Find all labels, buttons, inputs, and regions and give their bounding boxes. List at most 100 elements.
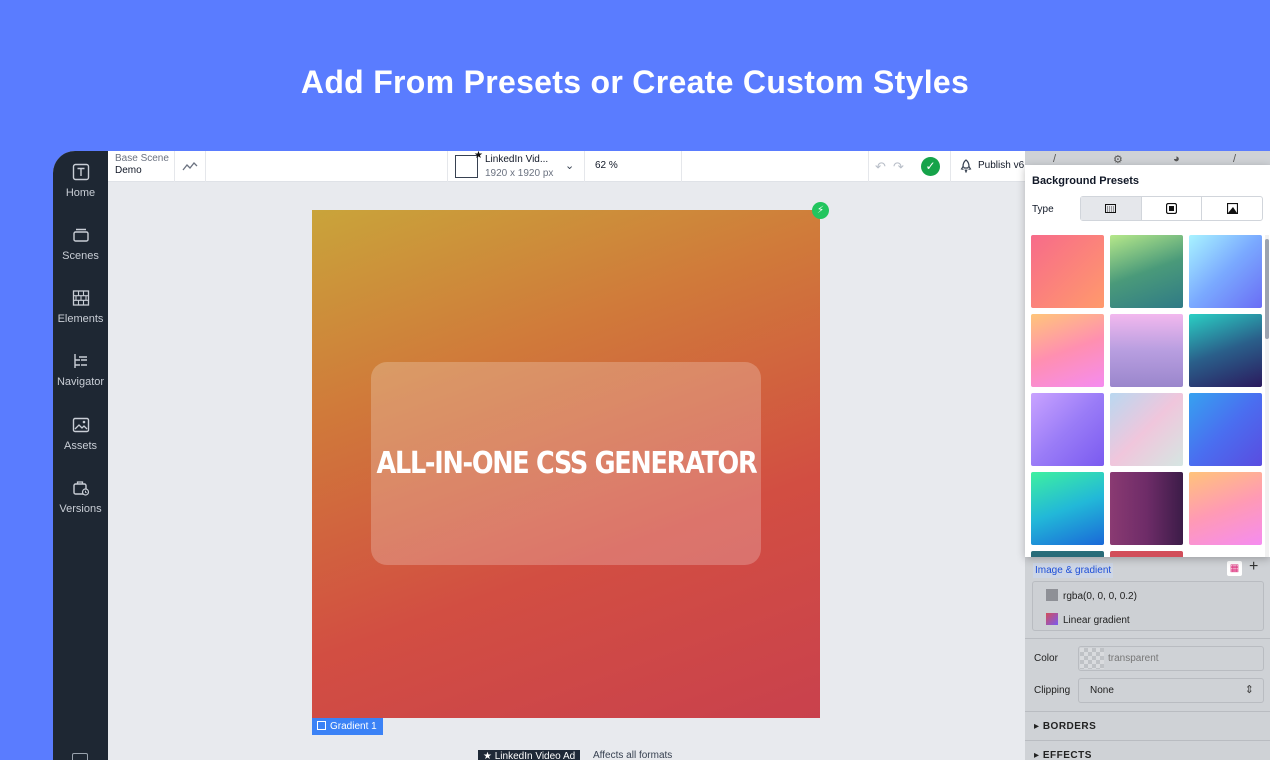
solid-square-icon	[1166, 203, 1177, 214]
image-icon	[72, 416, 90, 434]
rocket-icon	[960, 159, 972, 173]
sidebar-item-label: Navigator	[56, 376, 105, 388]
redo-icon[interactable]: ↷	[893, 159, 904, 175]
scrollbar-thumb[interactable]	[1265, 239, 1269, 339]
color-value: transparent	[1108, 653, 1159, 664]
tree-icon	[72, 352, 90, 370]
color-field[interactable]: transparent	[1078, 646, 1264, 671]
borders-label: BORDERS	[1042, 721, 1097, 732]
type-gradient-button[interactable]	[1081, 197, 1142, 220]
clipping-value: None	[1090, 685, 1114, 696]
layer-swatch	[1046, 589, 1058, 601]
format-tag-label: LinkedIn Video Ad	[494, 751, 576, 760]
preset-swatch[interactable]	[1189, 472, 1262, 545]
canvas-headline[interactable]: ALL-IN-ONE CSS GENERATOR	[376, 446, 757, 481]
preset-swatch[interactable]	[1110, 314, 1183, 387]
layer-label: Linear gradient	[1063, 615, 1130, 626]
sidebar-item-elements[interactable]: Elements	[53, 289, 108, 325]
select-arrows-icon: ⇕	[1244, 684, 1254, 696]
type-label: Type	[1032, 204, 1054, 215]
sidebar-item-scenes[interactable]: Scenes	[53, 226, 108, 262]
sidebar-item-label: Elements	[57, 313, 104, 325]
saved-check-icon: ✓	[921, 157, 940, 176]
format-size: 1920 x 1920 px	[485, 168, 554, 179]
background-layers-list: rgba(0, 0, 0, 0.2) Linear gradient	[1032, 581, 1264, 631]
sidebar-item-label: Assets	[63, 440, 97, 452]
preset-swatch[interactable]	[1031, 472, 1104, 545]
sidebar-item-label: Scenes	[62, 250, 99, 262]
format-selector[interactable]: ★ LinkedIn Vid... 1920 x 1920 px ⌄	[447, 151, 585, 182]
bolt-icon[interactable]: ⚡	[812, 202, 829, 219]
divider	[1025, 638, 1270, 639]
type-image-button[interactable]	[1202, 197, 1262, 220]
left-sidebar: Home Scenes Elements Navigator Assets Ve…	[53, 151, 108, 760]
undo-icon[interactable]: ↶	[875, 159, 886, 175]
layers-icon	[72, 226, 90, 244]
background-presets-popup: Background Presets Type	[1025, 165, 1270, 557]
image-icon	[1226, 203, 1238, 214]
zoom-level[interactable]: 62 %	[585, 151, 682, 182]
sidebar-item-versions[interactable]: Versions	[53, 479, 108, 515]
effects-section[interactable]: ▸ EFFECTS	[1034, 750, 1092, 760]
presets-title: Background Presets	[1032, 175, 1139, 187]
preset-swatch-grid	[1031, 235, 1263, 557]
preset-swatch[interactable]	[1189, 235, 1262, 308]
scene-selector[interactable]: Base Scene Demo	[108, 151, 175, 182]
preset-swatch[interactable]	[1031, 551, 1104, 557]
layer-label: rgba(0, 0, 0, 0.2)	[1063, 591, 1137, 602]
type-toggle-group	[1080, 196, 1263, 221]
layer-row[interactable]: Linear gradient	[1046, 613, 1130, 626]
versions-icon	[72, 479, 90, 497]
history-controls: ↶ ↷ ✓	[868, 151, 950, 182]
sidebar-item-home[interactable]: Home	[53, 163, 108, 199]
format-tag[interactable]: ★ LinkedIn Video Ad	[478, 750, 581, 760]
effects-label: EFFECTS	[1042, 750, 1092, 760]
gear-icon[interactable]: ⚙	[1113, 153, 1127, 166]
add-layer-button[interactable]: +	[1249, 558, 1258, 576]
clipping-select[interactable]: None ⇕	[1078, 678, 1264, 703]
borders-section[interactable]: ▸ BORDERS	[1034, 721, 1096, 732]
publish-button[interactable]: Publish v6	[950, 151, 1025, 182]
type-solid-button[interactable]	[1142, 197, 1203, 220]
glass-card[interactable]: ALL-IN-ONE CSS GENERATOR	[371, 362, 761, 565]
image-gradient-title: Image & gradient	[1033, 563, 1114, 578]
grid-icon	[72, 289, 90, 307]
panel-tabs: / ⚙ ◕ /	[1025, 151, 1270, 166]
sidebar-item-navigator[interactable]: Navigator	[53, 352, 108, 388]
layer-tag-label: Gradient 1	[330, 721, 377, 732]
preset-swatch[interactable]	[1110, 551, 1183, 557]
square-icon	[317, 721, 326, 730]
divider	[1025, 740, 1270, 741]
chevron-down-icon: ⌄	[565, 160, 575, 172]
animation-button[interactable]	[175, 151, 206, 182]
divider	[1025, 711, 1270, 712]
scene-name: Demo	[115, 165, 142, 176]
editor-window: Home Scenes Elements Navigator Assets Ve…	[53, 151, 1270, 760]
layer-row[interactable]: rgba(0, 0, 0, 0.2)	[1046, 589, 1137, 602]
preset-swatch[interactable]	[1189, 314, 1262, 387]
wand-icon[interactable]: /	[1233, 153, 1247, 165]
format-name: LinkedIn Vid...	[485, 154, 549, 165]
scene-label: Base Scene	[115, 153, 169, 164]
preset-swatch[interactable]	[1110, 393, 1183, 466]
preset-swatch[interactable]	[1031, 393, 1104, 466]
palette-icon[interactable]: ◕	[1173, 153, 1187, 165]
text-box-icon	[72, 163, 90, 181]
publish-label: Publish v6	[978, 160, 1025, 171]
top-toolbar: Base Scene Demo ★ LinkedIn Vid... 1920 x…	[108, 151, 1025, 182]
collapse-icon[interactable]	[72, 753, 88, 760]
sidebar-item-label: Versions	[59, 503, 102, 515]
preset-swatch[interactable]	[1110, 235, 1183, 308]
selected-layer-tag[interactable]: Gradient 1	[312, 718, 383, 735]
presets-grid-button[interactable]: ▦	[1227, 561, 1242, 576]
sidebar-item-assets[interactable]: Assets	[53, 416, 108, 452]
gradient-icon	[1105, 204, 1117, 213]
preset-swatch[interactable]	[1110, 472, 1183, 545]
brush-icon[interactable]: /	[1053, 153, 1067, 165]
hero-title: Add From Presets or Create Custom Styles	[300, 64, 970, 100]
preset-swatch[interactable]	[1031, 314, 1104, 387]
trend-icon	[182, 161, 198, 170]
preset-swatch[interactable]	[1031, 235, 1104, 308]
preset-swatch[interactable]	[1189, 393, 1262, 466]
design-canvas[interactable]: ALL-IN-ONE CSS GENERATOR	[312, 210, 820, 718]
